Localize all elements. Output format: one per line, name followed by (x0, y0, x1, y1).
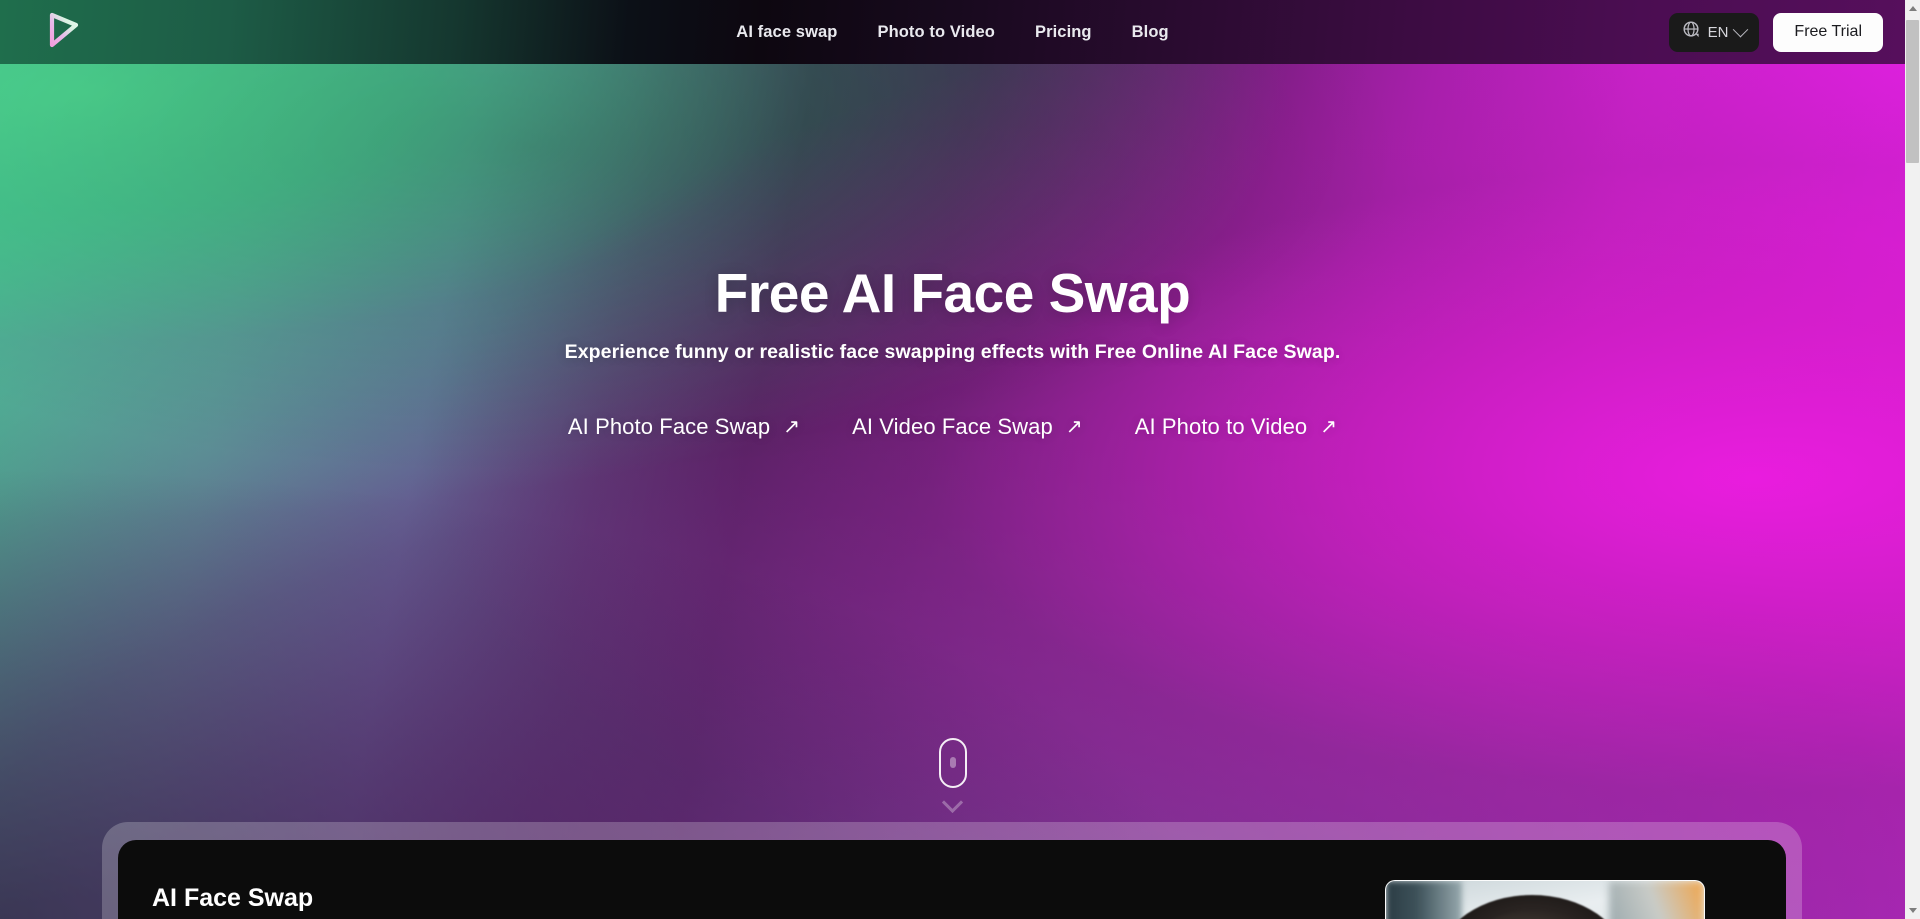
scroll-down-indicator[interactable] (938, 738, 967, 814)
arrow-up-right-icon: ↗ (1065, 415, 1083, 438)
nav-item-pricing[interactable]: Pricing (1015, 23, 1112, 42)
primary-nav: AI face swap Photo to Video Pricing Blog (0, 0, 1905, 64)
cta-label: AI Video Face Swap (852, 413, 1053, 439)
language-value: EN (1707, 23, 1729, 41)
hero-section: Free AI Face Swap Experience funny or re… (0, 0, 1905, 820)
thumbnail-image (1386, 881, 1704, 919)
cta-ai-photo-to-video[interactable]: AI Photo to Video ↗ (1135, 414, 1337, 440)
cta-label: AI Photo Face Swap (567, 413, 771, 439)
nav-item-ai-face-swap[interactable]: AI face swap (716, 23, 857, 42)
showcase-card: AI Face Swap (118, 840, 1786, 919)
scrollbar-thumb[interactable] (1906, 20, 1919, 163)
chevron-down-icon (1733, 21, 1749, 37)
globe-icon (1682, 20, 1701, 44)
header-actions: EN Free Trial (1668, 0, 1883, 64)
free-trial-button[interactable]: Free Trial (1773, 12, 1883, 52)
nav-item-blog[interactable]: Blog (1112, 23, 1189, 42)
thumbnail-bg-right (1608, 881, 1704, 919)
language-selector[interactable]: EN (1668, 12, 1760, 52)
mouse-scroll-icon (938, 738, 967, 788)
arrow-up-right-icon: ↗ (1320, 415, 1338, 438)
scroll-up-arrow-icon[interactable] (1905, 0, 1920, 17)
portrait-photo-thumbnail[interactable] (1385, 880, 1705, 919)
mouse-wheel-dot (949, 757, 956, 768)
cta-ai-video-face-swap[interactable]: AI Video Face Swap ↗ (852, 414, 1083, 440)
page-scrollbar[interactable] (1905, 0, 1920, 919)
page-viewport: AI face swap Photo to Video Pricing Blog… (0, 0, 1905, 919)
hero-subtitle: Experience funny or realistic face swapp… (564, 340, 1341, 363)
cta-ai-photo-face-swap[interactable]: AI Photo Face Swap ↗ (568, 414, 800, 440)
arrow-up-right-icon: ↗ (783, 415, 801, 438)
thumbnail-bg-left (1386, 881, 1463, 919)
hero-cta-links: AI Photo Face Swap ↗ AI Video Face Swap … (568, 414, 1337, 440)
hero-title: Free AI Face Swap (714, 262, 1191, 324)
nav-item-photo-to-video[interactable]: Photo to Video (857, 23, 1015, 42)
cta-label: AI Photo to Video (1134, 413, 1308, 439)
site-header: AI face swap Photo to Video Pricing Blog… (0, 0, 1905, 64)
chevron-down-icon (941, 791, 964, 814)
scroll-down-arrow-icon[interactable] (1905, 902, 1920, 919)
showcase-title: AI Face Swap (152, 884, 314, 912)
